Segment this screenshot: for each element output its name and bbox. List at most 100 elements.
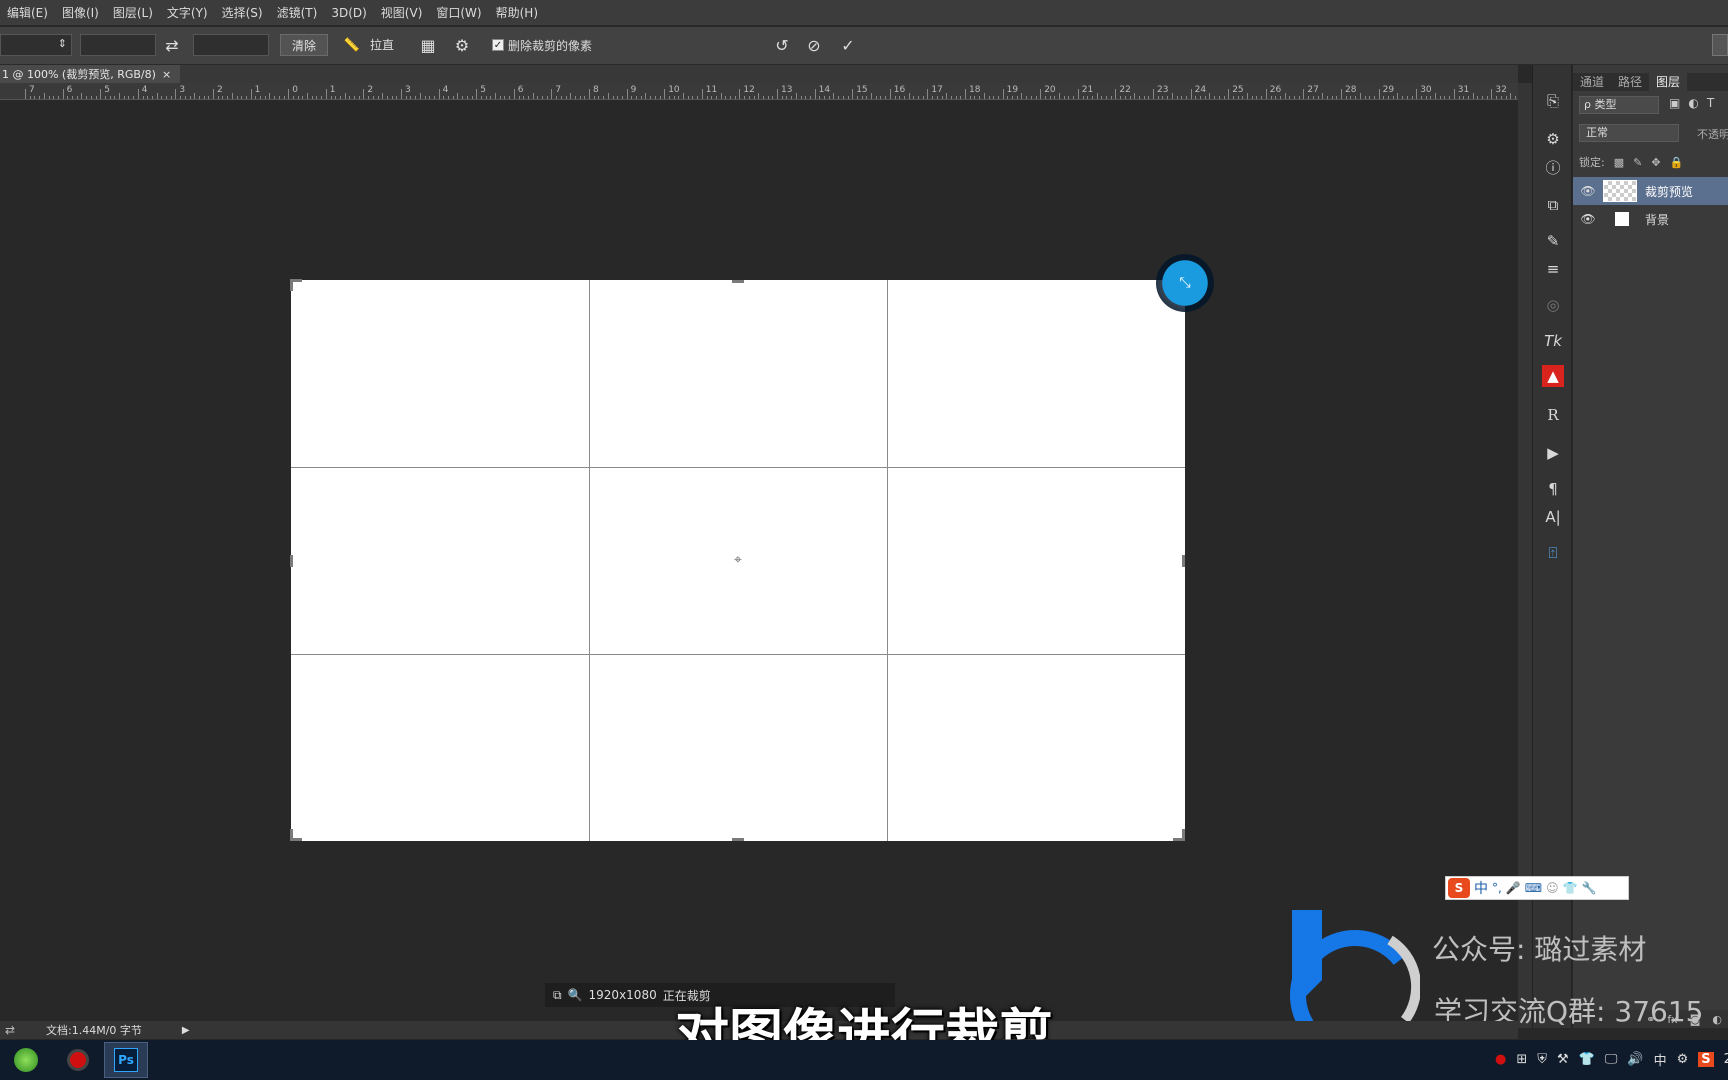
tray-record-icon[interactable]: ●	[1495, 1052, 1506, 1067]
taskbar-recorder[interactable]	[58, 1044, 98, 1076]
menu-item[interactable]: 编辑(E)	[0, 4, 55, 21]
gear-icon[interactable]: ⚙	[450, 34, 474, 56]
layer-name[interactable]: 裁剪预览	[1645, 183, 1693, 200]
clone-source-icon[interactable]: ⧉	[1539, 191, 1567, 219]
reset-icon[interactable]: ↺	[770, 34, 794, 56]
horizontal-ruler: 7 6 5 4 3 2 1 0 1 2 3 4 5 6 7 8 9 10 11 12 13 14 15 16 17 18 19 20 2…	[0, 83, 1526, 100]
history-icon[interactable]: ⎘	[1539, 87, 1567, 115]
brush-presets-icon[interactable]: ≡	[1539, 255, 1567, 283]
workspace-button[interactable]	[1712, 34, 1728, 56]
ruler-tick	[1214, 96, 1216, 99]
crop-preset-select[interactable]: ⇕	[0, 34, 72, 56]
crop-handle[interactable]	[732, 838, 744, 841]
plugin-red-icon[interactable]: ▲	[1542, 365, 1564, 387]
checkbox-icon[interactable]: ✓	[492, 39, 504, 51]
ruler-tick	[1402, 96, 1404, 99]
tray-tshirt-icon[interactable]: 👕	[1579, 1052, 1595, 1067]
layer-row-background[interactable]: 👁 背景	[1573, 205, 1728, 233]
tab-paths[interactable]: 路径	[1611, 73, 1649, 91]
crop-handle[interactable]	[290, 279, 293, 291]
menu-item[interactable]: 滤镜(T)	[270, 4, 325, 21]
paragraph-icon[interactable]: ¶	[1539, 475, 1567, 503]
ruler-tick	[1289, 96, 1291, 99]
tray-ime-lang[interactable]: 中	[1654, 1050, 1667, 1069]
brush-icon[interactable]: ✎	[1539, 227, 1567, 255]
eye-icon[interactable]: 👁	[1573, 184, 1603, 198]
straighten-icon[interactable]: 📏	[340, 34, 364, 56]
ime-lang[interactable]: 中	[1474, 878, 1488, 898]
lock-move-icon[interactable]: ✥	[1651, 156, 1660, 169]
height-input[interactable]	[193, 34, 269, 56]
skin-icon[interactable]: 👕	[1563, 881, 1578, 895]
cancel-icon[interactable]: ⊘	[802, 34, 826, 56]
tray-monitor-icon[interactable]: 🖵	[1605, 1052, 1618, 1067]
lock-transparent-icon[interactable]: ▩	[1614, 156, 1624, 169]
tray-network-icon[interactable]: ⊞	[1516, 1052, 1527, 1067]
menu-item[interactable]: 窗口(W)	[429, 4, 488, 21]
lock-paint-icon[interactable]: ✎	[1633, 156, 1642, 169]
ruler-tick	[1016, 96, 1018, 99]
tray-shield-icon[interactable]: ⛨	[1537, 1052, 1547, 1067]
tk-plugin-icon[interactable]: Tk	[1539, 327, 1567, 355]
tray-tools-icon[interactable]: ⚒	[1557, 1052, 1569, 1067]
delete-cropped-option[interactable]: ✓ 删除裁剪的像素	[492, 34, 642, 56]
type-filter-icon[interactable]: T	[1707, 96, 1714, 114]
r-pro-plugin-icon[interactable]: R	[1539, 401, 1567, 429]
menu-item[interactable]: 图层(L)	[106, 4, 160, 21]
taskbar-photoshop[interactable]: Ps	[104, 1042, 148, 1078]
ruler-tick	[405, 96, 407, 99]
width-input[interactable]	[80, 34, 156, 56]
ruler-tick	[960, 96, 962, 99]
swap-icon[interactable]: ⇄	[160, 34, 184, 56]
ruler-tick	[1068, 96, 1070, 99]
crop-handle[interactable]	[732, 280, 744, 283]
keyboard-icon[interactable]: ⌨	[1525, 881, 1542, 895]
ime-punct[interactable]: °,	[1492, 881, 1502, 895]
document-tab[interactable]: 1 @ 100% (裁剪预览, RGB/8) ×	[0, 65, 180, 83]
character-icon[interactable]: A|	[1539, 503, 1567, 531]
commit-check-icon[interactable]: ✓	[836, 34, 860, 56]
menu-item[interactable]: 帮助(H)	[489, 4, 545, 21]
ruler-tick	[697, 96, 699, 99]
tray-sogou-icon[interactable]: S	[1698, 1052, 1714, 1067]
tab-layers[interactable]: 图层	[1649, 73, 1688, 91]
close-icon[interactable]: ×	[162, 68, 171, 81]
straighten-label[interactable]: 拉直	[370, 34, 406, 56]
crop-canvas[interactable]: ⌖	[290, 279, 1185, 841]
info-icon[interactable]: ⓘ	[1539, 153, 1567, 181]
crop-handle[interactable]	[290, 555, 293, 567]
menu-item[interactable]: 文字(Y)	[160, 4, 215, 21]
clock[interactable]: 201	[1724, 1052, 1728, 1067]
menu-item[interactable]: 图像(I)	[55, 4, 106, 21]
layer-row-crop-preview[interactable]: 👁 裁剪预览	[1573, 177, 1728, 205]
layer-filter-select[interactable]: ρ 类型	[1579, 96, 1659, 114]
crop-handle[interactable]	[1182, 555, 1185, 567]
lock-all-icon[interactable]: 🔒	[1670, 156, 1684, 169]
tray-volume-icon[interactable]: 🔊	[1627, 1052, 1643, 1067]
tool-presets-icon[interactable]: ◎	[1539, 291, 1567, 319]
tab-channels[interactable]: 通道	[1573, 73, 1611, 91]
actions-play-icon[interactable]: ▶	[1539, 439, 1567, 467]
ruler-tick	[1312, 96, 1314, 99]
grid-overlay-icon[interactable]: ▦	[416, 34, 440, 56]
start-button[interactable]	[6, 1044, 46, 1076]
image-filter-icon[interactable]: ▣	[1669, 96, 1680, 114]
eye-icon[interactable]: 👁	[1573, 212, 1603, 226]
menu-item[interactable]: 3D(D)	[324, 6, 373, 20]
clear-button[interactable]: 清除	[280, 34, 328, 56]
blend-mode-select[interactable]: 正常	[1579, 124, 1679, 142]
ruler-tick	[871, 93, 872, 99]
crop-handle[interactable]	[1182, 829, 1185, 841]
layer-name[interactable]: 背景	[1645, 211, 1669, 228]
microphone-icon[interactable]: 🎤	[1506, 881, 1521, 895]
paragraph-styles-icon[interactable]: ⍐	[1539, 539, 1567, 567]
user-icon[interactable]: ☺	[1546, 881, 1559, 895]
layer-thumbnail	[1615, 212, 1629, 226]
adjustment-filter-icon[interactable]: ◐	[1688, 96, 1698, 114]
menu-item[interactable]: 选择(S)	[215, 4, 270, 21]
tray-settings-icon[interactable]: ⚙	[1677, 1052, 1689, 1067]
crop-handle[interactable]	[290, 829, 293, 841]
wrench-icon[interactable]: 🔧	[1582, 881, 1597, 895]
properties-icon[interactable]: ⚙	[1539, 125, 1567, 153]
menu-item[interactable]: 视图(V)	[374, 4, 430, 21]
